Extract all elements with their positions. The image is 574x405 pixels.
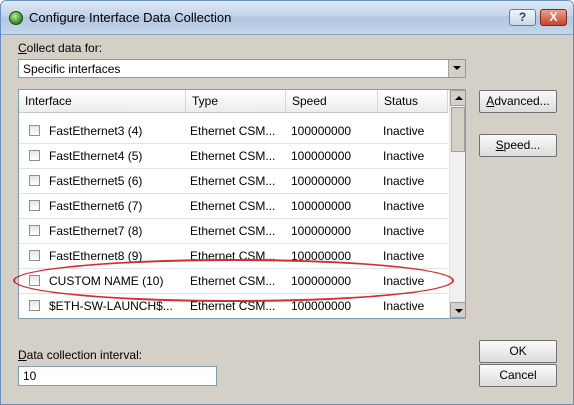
interface-status: Inactive [383, 149, 425, 163]
cancel-button[interactable]: Cancel [479, 364, 557, 387]
speed-button[interactable]: Speed... [479, 134, 557, 157]
interface-type: Ethernet CSM... [190, 224, 276, 238]
interface-type: Ethernet CSM... [190, 199, 276, 213]
table-row[interactable]: $ETH-SW-LAUNCH$... Ethernet CSM... 10000… [19, 294, 448, 318]
scroll-down-arrow-icon [455, 309, 463, 313]
table-row[interactable]: FastEthernet6 (7) Ethernet CSM... 100000… [19, 194, 448, 219]
interface-speed: 100000000 [291, 224, 352, 238]
interface-name: CUSTOM NAME (10) [49, 274, 164, 288]
dropdown-button[interactable] [448, 60, 465, 77]
table-row[interactable]: FastEthernet8 (9) Ethernet CSM... 100000… [19, 244, 448, 269]
interface-type: Ethernet CSM... [190, 299, 276, 313]
ok-button[interactable]: OK [479, 340, 557, 363]
interface-name: FastEthernet4 (5) [49, 149, 143, 163]
close-button[interactable]: X [540, 9, 567, 26]
interface-status: Inactive [383, 224, 425, 238]
interface-speed: 100000000 [291, 199, 352, 213]
row-checkbox[interactable] [29, 225, 40, 236]
title-bar[interactable]: Configure Interface Data Collection ? X [1, 1, 573, 35]
row-checkbox[interactable] [29, 275, 40, 286]
interface-status: Inactive [383, 274, 425, 288]
interface-speed: 100000000 [291, 249, 352, 263]
interface-type: Ethernet CSM... [190, 249, 276, 263]
interface-speed: 100000000 [291, 274, 352, 288]
interface-list[interactable]: Interface Type Speed Status FastEthernet… [18, 89, 466, 319]
interface-type: Ethernet CSM... [190, 274, 276, 288]
interface-type: Ethernet CSM... [190, 174, 276, 188]
window-title: Configure Interface Data Collection [29, 10, 232, 25]
column-header-speed[interactable]: Speed [286, 90, 378, 112]
interface-speed: 100000000 [291, 124, 352, 138]
scroll-up-button[interactable] [450, 90, 465, 106]
interface-name: $ETH-SW-LAUNCH$... [49, 299, 173, 313]
table-row[interactable]: FastEthernet7 (8) Ethernet CSM... 100000… [19, 219, 448, 244]
scroll-thumb[interactable] [451, 107, 465, 152]
dialog-window: Configure Interface Data Collection ? X … [0, 0, 574, 405]
interface-status: Inactive [383, 174, 425, 188]
column-header-interface[interactable]: Interface [19, 90, 186, 112]
row-checkbox[interactable] [29, 125, 40, 136]
table-row[interactable]: FastEthernet5 (6) Ethernet CSM... 100000… [19, 169, 448, 194]
interval-value: 10 [23, 369, 37, 383]
row-checkbox[interactable] [29, 200, 40, 211]
interface-speed: 100000000 [291, 299, 352, 313]
interface-name: FastEthernet6 (7) [49, 199, 143, 213]
table-header: Interface Type Speed Status [19, 90, 448, 113]
table-row[interactable]: CUSTOM NAME (10) Ethernet CSM... 1000000… [19, 269, 448, 294]
interface-name: FastEthernet8 (9) [49, 249, 143, 263]
chevron-down-icon [453, 66, 461, 70]
row-checkbox[interactable] [29, 300, 40, 311]
interface-status: Inactive [383, 199, 425, 213]
table-row[interactable]: FastEthernet3 (4) Ethernet CSM... 100000… [19, 119, 448, 144]
interval-label: Data collection interval: [18, 348, 143, 362]
row-checkbox[interactable] [29, 250, 40, 261]
interface-type: Ethernet CSM... [190, 149, 276, 163]
interface-status: Inactive [383, 299, 425, 313]
collect-data-label: Collect data for: [18, 41, 103, 55]
interval-input[interactable]: 10 [18, 366, 217, 386]
help-button[interactable]: ? [509, 9, 536, 26]
row-checkbox[interactable] [29, 175, 40, 186]
collect-data-value: Specific interfaces [23, 62, 121, 76]
row-checkbox[interactable] [29, 150, 40, 161]
app-icon [9, 11, 23, 25]
interface-name: FastEthernet3 (4) [49, 124, 143, 138]
interface-type: Ethernet CSM... [190, 124, 276, 138]
vertical-scrollbar[interactable] [449, 90, 465, 318]
interface-name: FastEthernet5 (6) [49, 174, 143, 188]
interface-name: FastEthernet7 (8) [49, 224, 143, 238]
column-header-status[interactable]: Status [378, 90, 448, 112]
advanced-button[interactable]: Advanced... [479, 90, 557, 113]
collect-data-select[interactable]: Specific interfaces [18, 59, 466, 78]
scroll-down-button[interactable] [450, 302, 465, 318]
interface-speed: 100000000 [291, 174, 352, 188]
interface-status: Inactive [383, 249, 425, 263]
interface-status: Inactive [383, 124, 425, 138]
table-row[interactable]: FastEthernet4 (5) Ethernet CSM... 100000… [19, 144, 448, 169]
interface-speed: 100000000 [291, 149, 352, 163]
scroll-up-arrow-icon [455, 96, 463, 100]
column-header-type[interactable]: Type [186, 90, 286, 112]
